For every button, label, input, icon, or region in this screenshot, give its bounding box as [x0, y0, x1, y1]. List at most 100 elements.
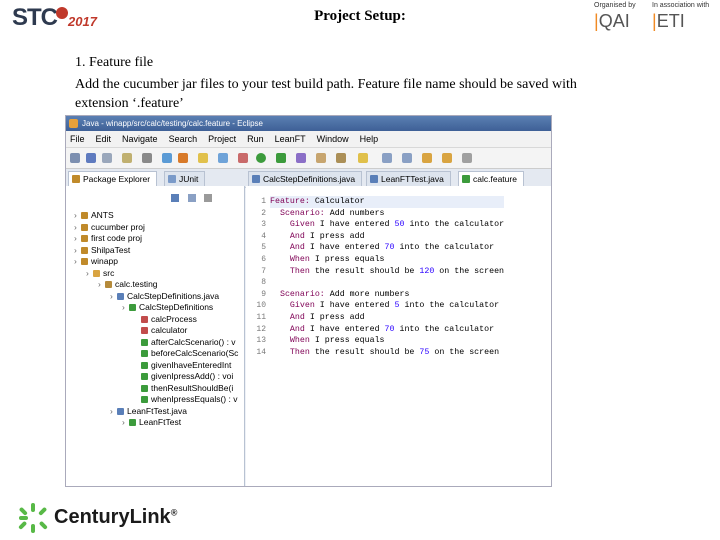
tree-item[interactable]: › CalcStepDefinitions	[66, 302, 238, 314]
code-line: Given I have entered 5 into the calculat…	[289, 301, 500, 311]
menu-run[interactable]: Run	[247, 134, 264, 144]
next-annotation-icon[interactable]	[382, 153, 392, 163]
expand-arrow-icon[interactable]: ›	[74, 210, 81, 222]
tree-item[interactable]: calcProcess	[66, 314, 238, 326]
tree-item-label: thenResultShouldBe(i	[151, 382, 234, 393]
tree-item[interactable]: › LeanFtTest	[66, 417, 238, 429]
tree-node-icon	[81, 223, 88, 231]
tree-item[interactable]: › ShilpaTest	[66, 245, 238, 257]
expand-arrow-icon[interactable]: ›	[110, 406, 117, 418]
open-type-icon[interactable]	[316, 153, 326, 163]
gherkin-keyword: Given	[289, 301, 315, 311]
expand-arrow-icon[interactable]: ›	[122, 302, 129, 314]
tab-calc-feature[interactable]: calc.feature	[458, 171, 524, 187]
tree-item[interactable]: › winapp	[66, 256, 238, 268]
tree-item[interactable]: beforeCalcScenario(Sc	[66, 348, 238, 360]
expand-arrow-icon[interactable]: ›	[74, 222, 81, 234]
tree-item[interactable]: calculator	[66, 325, 238, 337]
tree-item[interactable]: › cucumber proj	[66, 222, 238, 234]
line-number: 10	[256, 301, 266, 311]
tab-package-explorer[interactable]: Package Explorer	[68, 171, 158, 187]
junit-icon	[168, 175, 176, 183]
new-icon[interactable]	[70, 153, 80, 163]
menu-search[interactable]: Search	[169, 134, 198, 144]
expand-arrow-icon[interactable]: ›	[74, 245, 81, 257]
code-line: Scenario: Add more numbers	[279, 289, 410, 299]
tree-item[interactable]: › src	[66, 268, 238, 280]
collapse-all-icon[interactable]	[171, 194, 179, 202]
tree-item[interactable]: › ANTS	[66, 210, 238, 222]
print-icon[interactable]	[122, 153, 132, 163]
tree-item[interactable]: afterCalcScenario() : v	[66, 337, 238, 349]
tree-node-icon	[141, 384, 148, 392]
gherkin-keyword: And	[289, 312, 305, 322]
tab-leanft-test[interactable]: LeanFTTest.java	[366, 171, 451, 187]
leanft-icon[interactable]	[198, 153, 208, 163]
code-line: And I have entered 70 into the calculato…	[289, 243, 495, 253]
registered-mark: ®	[170, 507, 178, 518]
menu-help[interactable]: Help	[360, 134, 379, 144]
tree-node-icon	[105, 281, 112, 288]
tree-node-icon	[141, 327, 148, 334]
expand-arrow-icon[interactable]: ›	[74, 233, 81, 245]
line-number: 1	[261, 197, 266, 206]
tab-calc-step-definitions[interactable]: CalcStepDefinitions.java	[248, 171, 363, 187]
previous-annotation-icon[interactable]	[402, 153, 412, 163]
run-dropdown-icon[interactable]	[276, 153, 286, 163]
run-icon[interactable]	[256, 153, 266, 163]
tree-node-icon	[141, 396, 148, 403]
tree-item[interactable]: givenIpressAdd() : voi	[66, 371, 238, 383]
tab-junit[interactable]: JUnit	[164, 171, 206, 187]
expand-arrow-icon[interactable]: ›	[110, 291, 117, 303]
view-menu-icon[interactable]	[204, 194, 213, 202]
tree-item[interactable]: › CalcStepDefinitions.java	[66, 291, 238, 303]
stop-icon[interactable]	[238, 153, 248, 163]
menu-edit[interactable]: Edit	[96, 134, 112, 144]
back-icon[interactable]	[422, 153, 432, 163]
new-java-class-icon[interactable]	[296, 153, 306, 163]
annotation-icon[interactable]	[358, 153, 368, 163]
number-literal: 120	[419, 266, 435, 276]
tree-item[interactable]: › calc.testing	[66, 279, 238, 291]
eclipse-toolbar	[66, 148, 551, 169]
menu-project[interactable]: Project	[208, 134, 236, 144]
link-editor-icon[interactable]	[187, 194, 196, 202]
menu-leanft[interactable]: LeanFT	[275, 134, 306, 144]
tree-item[interactable]: › LeanFtTest.java	[66, 406, 238, 418]
tree-item-label: ShilpaTest	[91, 244, 131, 255]
tree-item[interactable]: › first code proj	[66, 233, 238, 245]
code-line: Scenario: Add numbers	[279, 208, 385, 218]
code-line: And I press add	[289, 231, 365, 241]
build-icon[interactable]	[142, 153, 152, 163]
code-line: Then the result should be 120 on the scr…	[289, 266, 505, 276]
tree-item[interactable]: whenIpressEquals() : v	[66, 394, 238, 406]
tree-node-icon	[117, 407, 124, 415]
save-all-icon[interactable]	[102, 153, 112, 163]
tree-item-label: whenIpressEquals() : v	[151, 394, 238, 404]
feature-editor[interactable]: 1 2 3 4 5 6 7 8 9 10 11 12 13 14 Feature: Calculator …	[246, 186, 551, 486]
tree-node-icon	[141, 315, 148, 323]
expand-arrow-icon[interactable]: ›	[122, 417, 129, 429]
external-tools-icon[interactable]	[178, 153, 188, 163]
forward-icon[interactable]	[442, 153, 452, 163]
gherkin-keyword: Feature:	[270, 197, 310, 206]
tree-item[interactable]: thenResultShouldBe(i	[66, 383, 238, 395]
more-icon[interactable]	[462, 153, 472, 163]
expand-arrow-icon[interactable]: ›	[98, 279, 105, 291]
coverage-icon[interactable]	[218, 153, 228, 163]
menu-navigate[interactable]: Navigate	[122, 134, 158, 144]
save-icon[interactable]	[86, 153, 96, 163]
gherkin-keyword: And	[289, 243, 305, 253]
search-icon[interactable]	[336, 153, 346, 163]
menu-file[interactable]: File	[70, 134, 85, 144]
tree-node-icon	[141, 373, 148, 380]
line-number: 7	[261, 266, 266, 276]
menu-window[interactable]: Window	[317, 134, 349, 144]
expand-arrow-icon[interactable]: ›	[86, 268, 93, 280]
tree-item[interactable]: givenIhaveEnteredInt	[66, 360, 238, 372]
expand-arrow-icon[interactable]: ›	[74, 256, 81, 268]
tree-item-label: cucumber proj	[91, 221, 145, 232]
debug-icon[interactable]	[162, 153, 172, 163]
code-line: And I have entered 70 into the calculato…	[289, 324, 495, 334]
